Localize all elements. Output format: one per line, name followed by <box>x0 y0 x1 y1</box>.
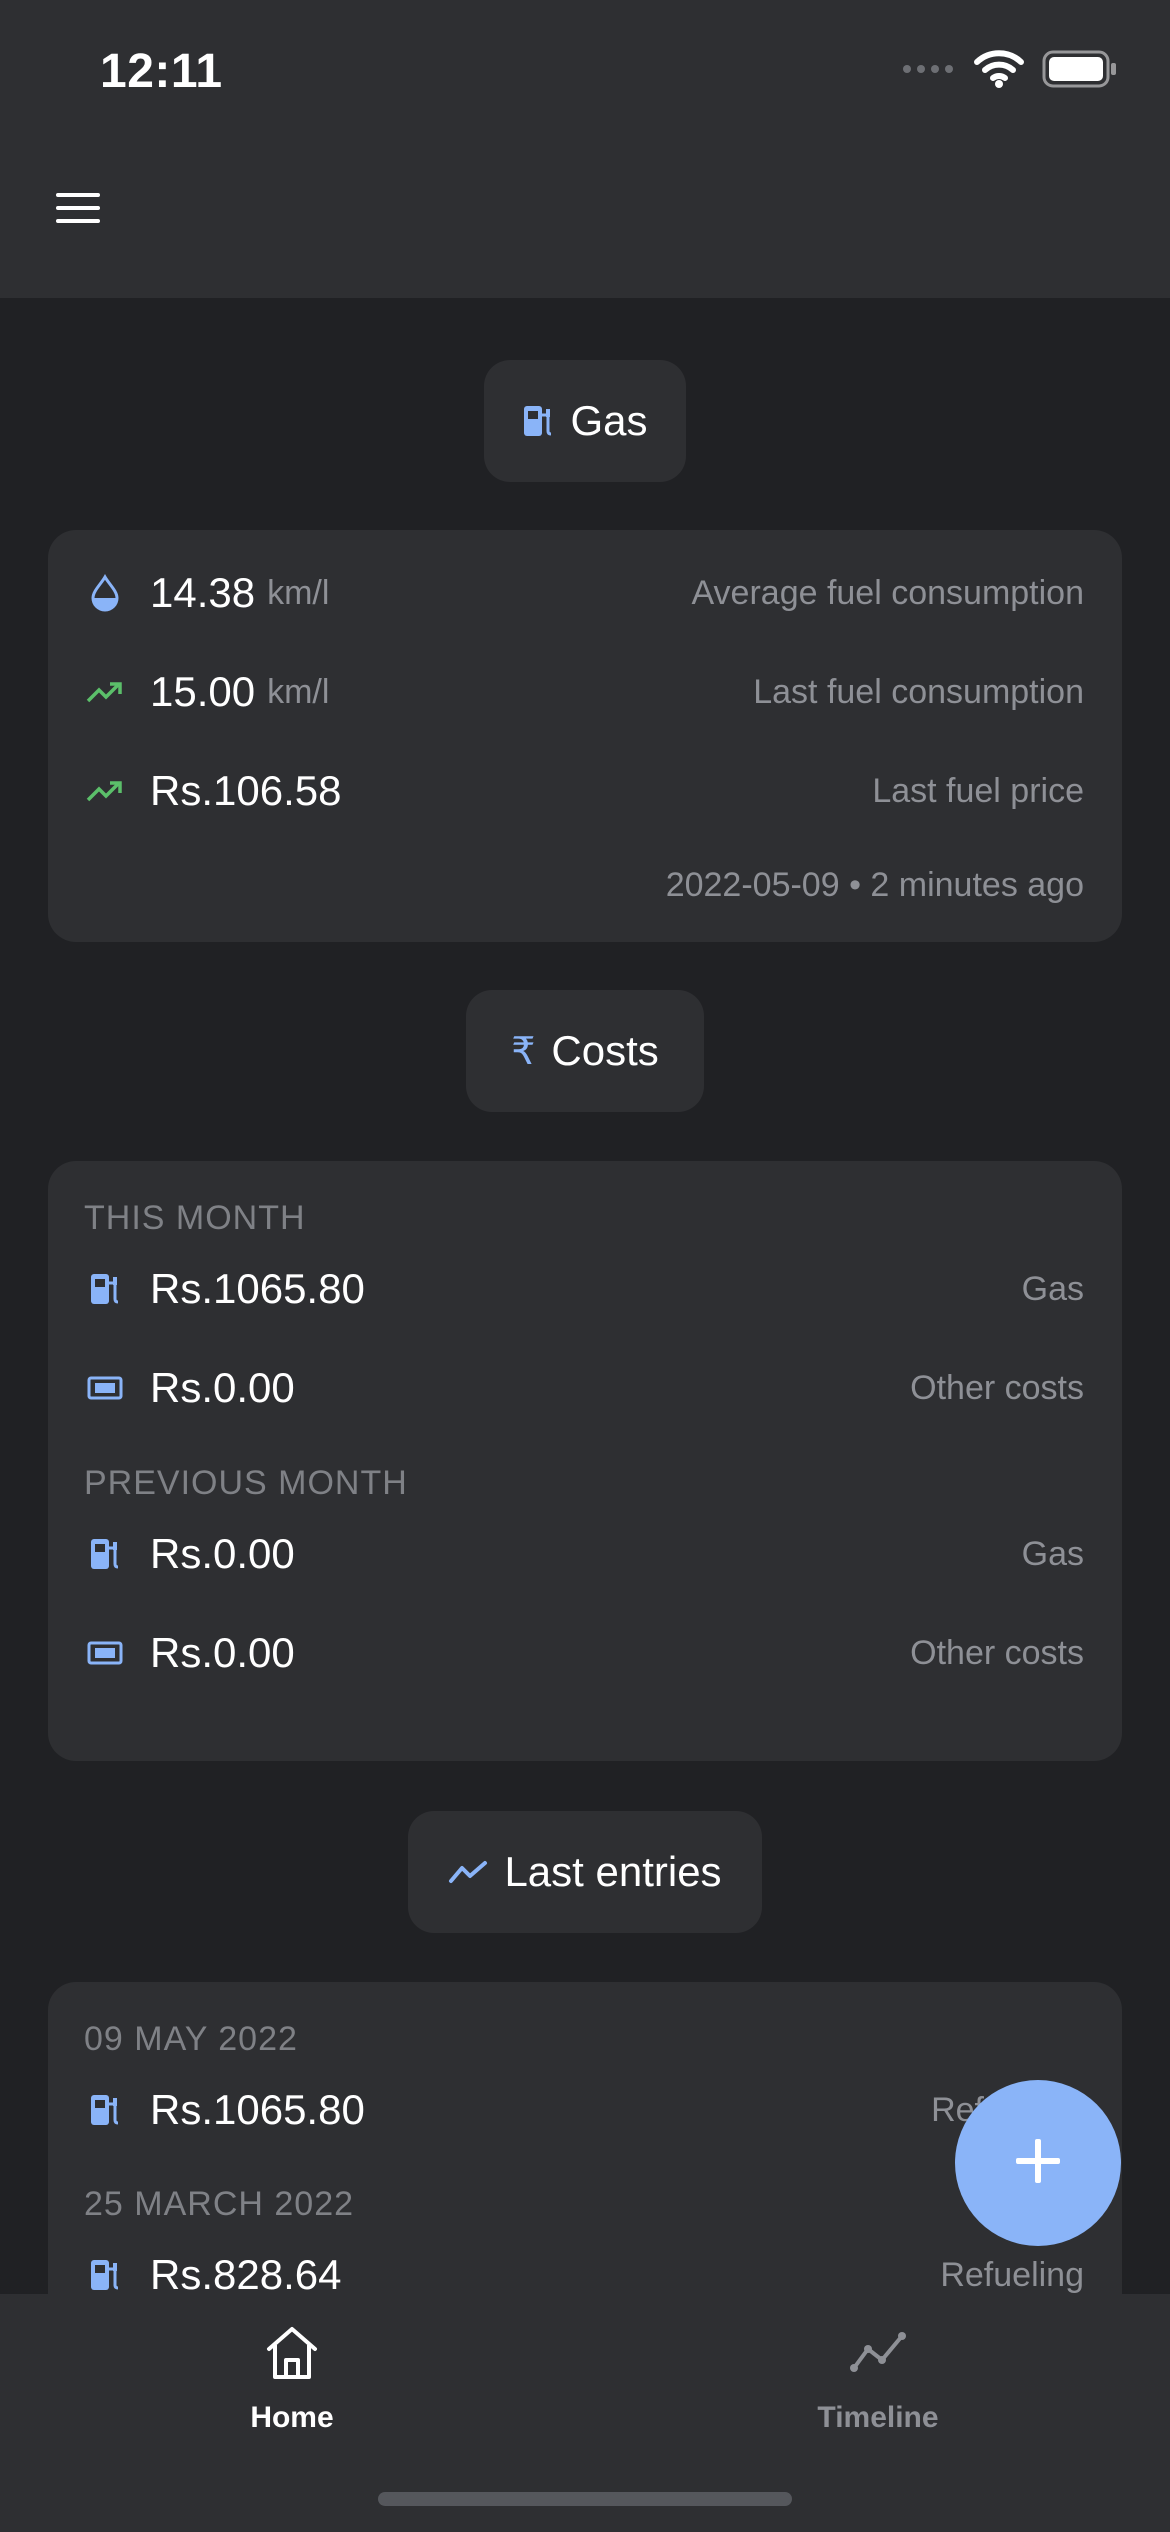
costs-section-chip[interactable]: ₹ Costs <box>466 990 704 1112</box>
status-bar: 12:11 <box>0 0 1170 140</box>
last-price-value: Rs.106.58 <box>150 767 342 814</box>
last-consumption-unit: km/l <box>267 672 330 711</box>
add-entry-button[interactable] <box>955 2080 1121 2246</box>
rupee-icon: ₹ <box>511 1029 536 1073</box>
trending-up-icon <box>84 770 126 812</box>
menu-button[interactable] <box>48 180 108 240</box>
last-entries-chip[interactable]: Last entries <box>408 1811 762 1933</box>
banknote-icon <box>84 1367 126 1409</box>
nav-item-timeline[interactable]: Timeline <box>728 2324 1028 2435</box>
fuel-pump-icon <box>84 2254 126 2296</box>
previous-month-gas-row: Rs.0.00 Gas <box>84 1519 1084 1589</box>
nav-timeline-label: Timeline <box>817 2401 939 2434</box>
this-month-gas-row: Rs.1065.80 Gas <box>84 1254 1084 1324</box>
status-time: 12:11 <box>100 45 223 98</box>
trending-up-icon <box>84 671 126 713</box>
avg-consumption-value: 14.38 <box>150 569 256 616</box>
this-month-other-value: Rs.0.00 <box>150 1364 295 1411</box>
entry-date: 25 MARCH 2022 <box>84 2185 355 2223</box>
gas-chip-label: Gas <box>570 397 648 444</box>
banknote-icon <box>84 1632 126 1674</box>
status-icons <box>902 50 1118 93</box>
previous-month-other-value: Rs.0.00 <box>150 1629 295 1676</box>
costs-chip-label: Costs <box>551 1027 659 1074</box>
fuel-pump-icon <box>84 1533 126 1575</box>
avg-consumption-label: Average fuel consumption <box>691 573 1084 612</box>
last-entry-timestamp: 2022-05-09 • 2 minutes ago <box>665 866 1084 904</box>
avg-consumption-unit: km/l <box>267 573 330 612</box>
entry-amount: Rs.828.64 <box>150 2251 342 2298</box>
timeline-icon <box>448 1859 488 1885</box>
this-month-gas-value: Rs.1065.80 <box>150 1265 365 1312</box>
previous-month-label: PREVIOUS MONTH <box>84 1464 408 1502</box>
this-month-label: THIS MONTH <box>84 1199 306 1237</box>
nav-item-home[interactable]: Home <box>142 2324 442 2435</box>
fuel-pump-icon <box>522 403 554 439</box>
previous-month-other-label: Other costs <box>910 1633 1084 1672</box>
last-price-row: Rs.106.58 Last fuel price <box>84 756 1084 826</box>
this-month-other-row: Rs.0.00 Other costs <box>84 1353 1084 1423</box>
previous-month-gas-value: Rs.0.00 <box>150 1530 295 1577</box>
last-consumption-label: Last fuel consumption <box>753 672 1084 711</box>
timeline-icon <box>848 2324 908 2387</box>
fuel-pump-icon <box>84 2089 126 2131</box>
entry-amount: Rs.1065.80 <box>150 2086 365 2133</box>
plus-icon <box>1013 2136 1063 2191</box>
fuel-pump-icon <box>84 1268 126 1310</box>
costs-card: THIS MONTH Rs.1065.80 Gas Rs.0.00 Other … <box>48 1161 1122 1761</box>
entry-type: Refueling <box>940 2255 1084 2294</box>
nav-home-label: Home <box>250 2401 334 2434</box>
previous-month-gas-label: Gas <box>1021 1534 1084 1573</box>
last-consumption-row: 15.00 km/l Last fuel consumption <box>84 657 1084 727</box>
home-icon <box>264 2324 320 2387</box>
entry-date: 09 MAY 2022 <box>84 2020 298 2058</box>
last-entries-chip-label: Last entries <box>504 1848 722 1895</box>
battery-icon <box>1042 50 1118 93</box>
last-price-label: Last fuel price <box>872 771 1084 810</box>
water-drop-icon <box>84 572 126 614</box>
previous-month-other-row: Rs.0.00 Other costs <box>84 1618 1084 1688</box>
entry-row[interactable]: Rs.1065.80 Ref <box>84 2075 1084 2145</box>
home-indicator <box>378 2492 792 2506</box>
wifi-icon <box>974 50 1024 93</box>
this-month-other-label: Other costs <box>910 1368 1084 1407</box>
app-bar <box>0 140 1170 298</box>
gas-stats-card: 14.38 km/l Average fuel consumption 15.0… <box>48 530 1122 942</box>
signal-icon <box>902 62 956 81</box>
avg-consumption-row: 14.38 km/l Average fuel consumption <box>84 558 1084 628</box>
this-month-gas-label: Gas <box>1021 1269 1084 1308</box>
hamburger-menu-icon <box>54 190 102 231</box>
last-consumption-value: 15.00 <box>150 668 256 715</box>
gas-section-chip[interactable]: Gas <box>484 360 686 482</box>
